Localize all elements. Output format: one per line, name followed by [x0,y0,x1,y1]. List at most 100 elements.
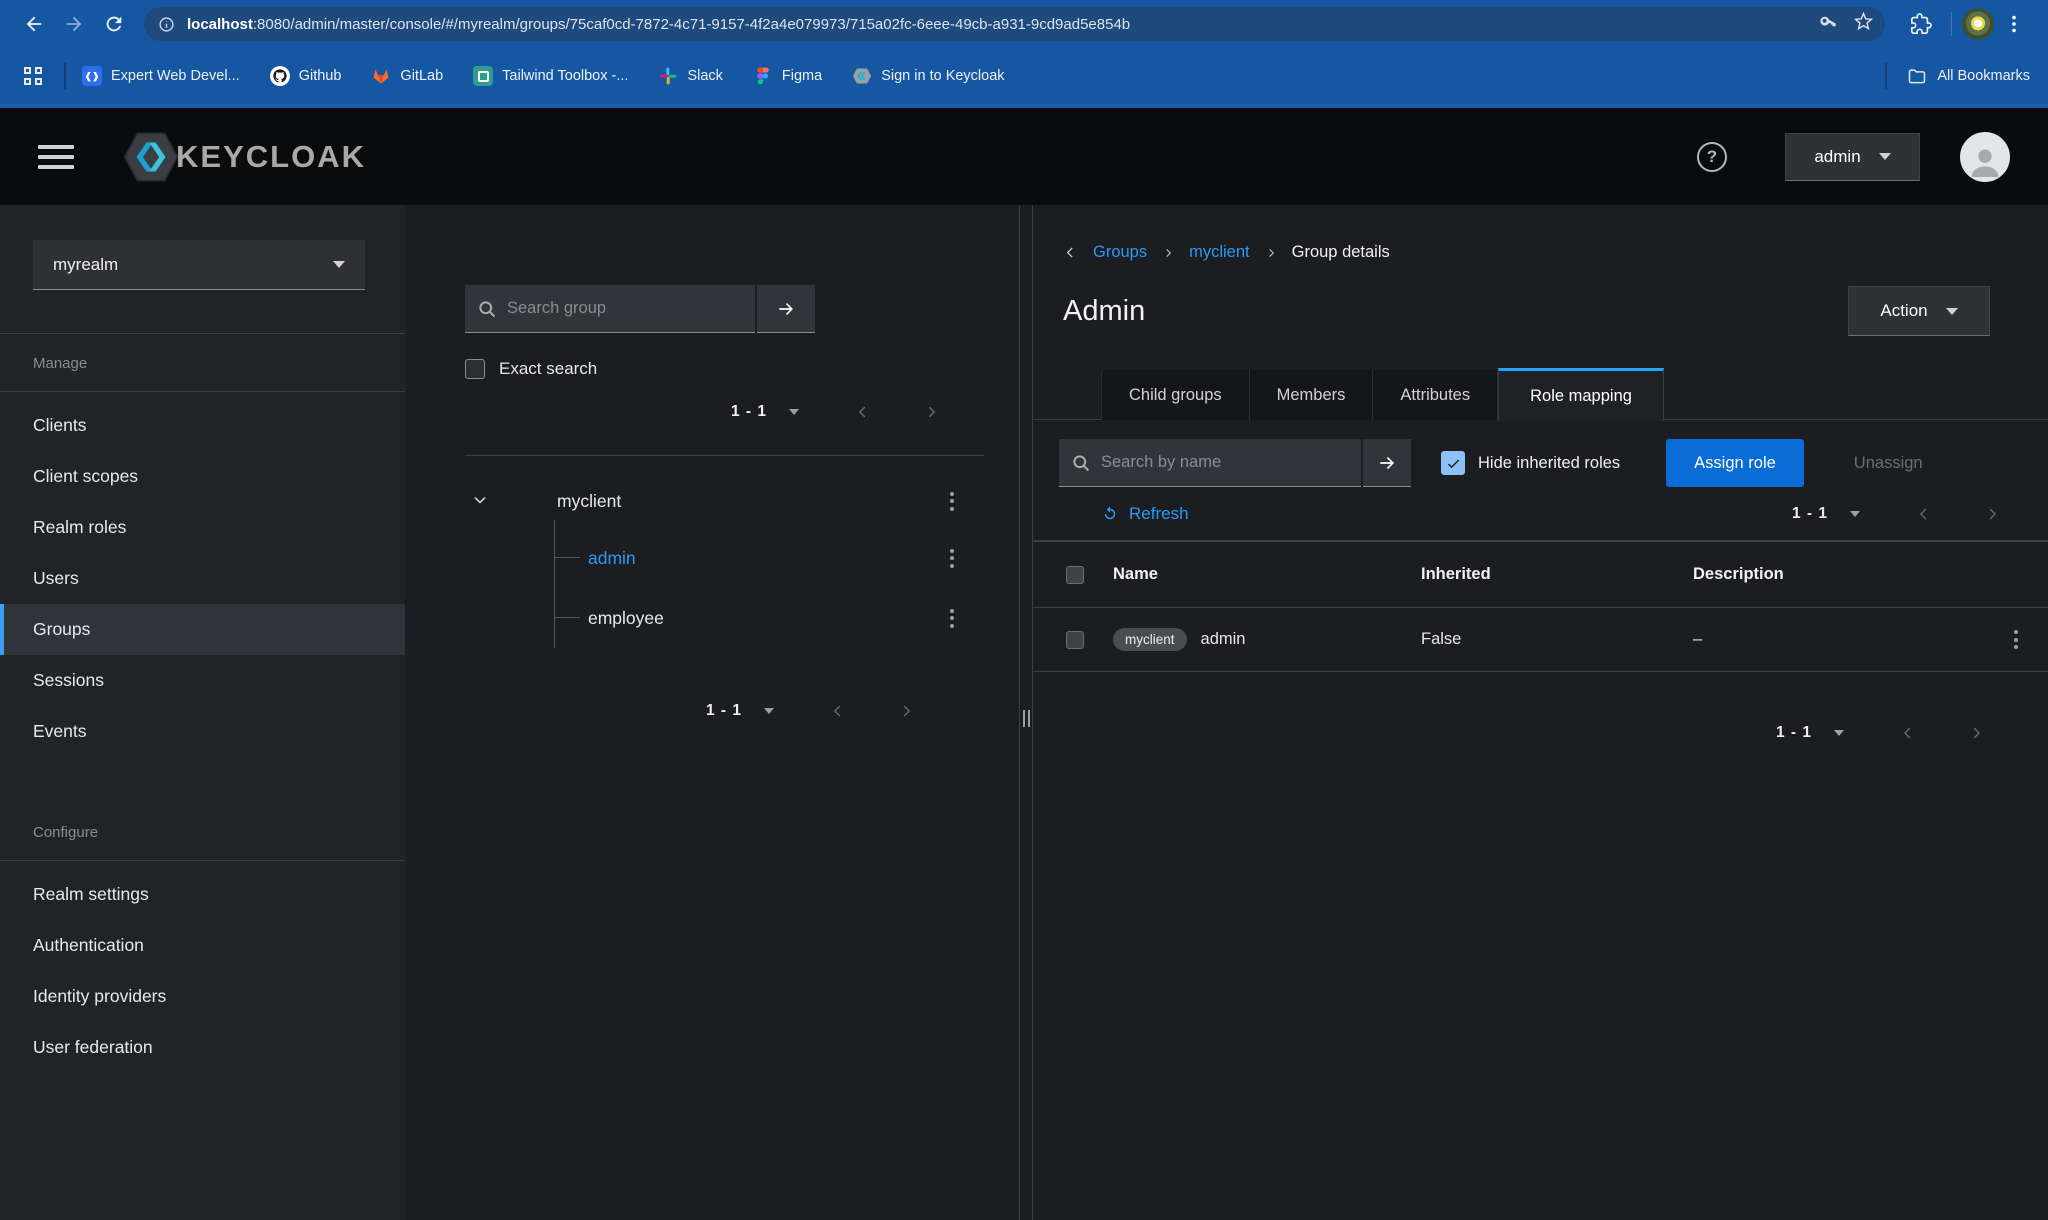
breadcrumb-current: Group details [1291,243,1390,261]
next-page-icon[interactable] [898,703,914,719]
kebab-menu-icon[interactable] [1984,626,2048,653]
sidebar-item-sessions[interactable]: Sessions [0,655,405,706]
search-by-name-input[interactable] [1059,439,1361,487]
chevron-right-icon [1265,247,1277,259]
address-bar[interactable]: localhost:8080/admin/master/console/#/my… [144,7,1885,41]
action-dropdown-button[interactable]: Action [1848,286,1990,336]
hide-inherited-roles-label: Hide inherited roles [1478,453,1621,472]
kebab-menu-icon[interactable] [946,545,958,572]
bookmark-figma[interactable]: Figma [753,66,822,86]
tab-attributes[interactable]: Attributes [1373,370,1499,420]
bookmark-keycloak[interactable]: Sign in to Keycloak [852,66,1005,86]
column-header-inherited: Inherited [1421,565,1491,583]
keycloak-hexagon-icon [123,132,179,181]
keycloak-logo[interactable]: KEYCLOAK [120,128,366,186]
expert-web-favicon: ❰❱ [82,66,102,86]
select-all-checkbox[interactable] [1066,565,1084,584]
roles-pagination-top: 1 - 1 [1792,505,2000,523]
prev-page-icon[interactable] [830,703,846,719]
row-checkbox[interactable] [1066,630,1084,649]
sidebar-item-clients[interactable]: Clients [0,400,405,451]
prev-page-icon[interactable] [855,404,871,420]
extensions-icon[interactable] [1901,4,1941,44]
bookmark-expert-web[interactable]: ❰❱ Expert Web Devel... [82,66,240,86]
next-page-icon[interactable] [923,404,939,420]
bookmark-gitlab[interactable]: GitLab [371,66,443,86]
column-header-description: Description [1693,565,1784,583]
breadcrumb-groups-link[interactable]: Groups [1093,243,1147,262]
exact-search-checkbox[interactable] [465,359,485,379]
profile-avatar[interactable] [1962,8,1994,40]
help-icon[interactable]: ? [1697,141,1727,172]
next-page-icon[interactable] [1968,725,1984,741]
unassign-button[interactable]: Unassign [1854,454,1923,473]
sidebar-item-authentication[interactable]: Authentication [0,920,405,971]
apps-grid-icon[interactable] [18,56,48,96]
search-group-input[interactable] [465,285,755,333]
back-icon[interactable] [14,4,54,44]
site-info-icon[interactable] [158,16,175,33]
tab-child-groups[interactable]: Child groups [1101,370,1250,420]
search-group-submit-button[interactable] [757,285,815,333]
group-tree: myclient admin employee [465,474,984,648]
page-title: Admin [1063,294,1146,327]
browser-toolbar: localhost:8080/admin/master/console/#/my… [0,0,2048,48]
chevron-down-icon[interactable] [471,492,489,510]
tab-members[interactable]: Members [1249,370,1374,420]
arrow-right-icon [779,302,793,315]
user-dropdown[interactable]: admin [1785,132,1920,181]
assign-role-button[interactable]: Assign role [1666,439,1804,487]
next-page-icon[interactable] [1984,506,2000,522]
avatar[interactable] [1960,131,2010,182]
chrome-menu-icon[interactable] [1994,4,2034,44]
breadcrumb-client-link[interactable]: myclient [1189,243,1250,262]
pagination-options-icon[interactable] [789,409,799,415]
tree-item-employee[interactable]: employee [465,588,984,648]
chevron-down-icon [333,261,345,268]
sidebar-item-realm-roles[interactable]: Realm roles [0,502,405,553]
sidebar-item-realm-settings[interactable]: Realm settings [0,869,405,920]
search-by-name-submit-button[interactable] [1363,439,1411,487]
sidebar-item-events[interactable]: Events [0,706,405,757]
prev-page-icon[interactable] [1900,725,1916,741]
bookmark-tailwind[interactable]: Tailwind Toolbox -... [473,66,628,86]
panel-resize-handle[interactable] [1020,205,1033,1220]
tree-item-admin[interactable]: admin [465,528,984,588]
bookmark-star-icon[interactable] [1853,11,1874,36]
kebab-menu-icon[interactable] [946,488,958,515]
groups-pagination-top: 1 - 1 [465,403,984,421]
sidebar-item-users[interactable]: Users [0,553,405,604]
pagination-options-icon[interactable] [1850,511,1860,517]
kebab-menu-icon[interactable] [946,605,958,632]
sidebar-item-groups[interactable]: Groups [0,604,405,655]
all-bookmarks-label[interactable]: All Bookmarks [1937,68,2030,84]
gitlab-favicon [371,66,391,86]
forward-icon[interactable] [54,4,94,44]
tree-item-myclient[interactable]: myclient [465,474,984,528]
reload-icon[interactable] [94,4,134,44]
sidebar-item-identity-providers[interactable]: Identity providers [0,971,405,1022]
tree-line [554,617,580,618]
grip-icon [1023,710,1030,727]
sidebar-item-client-scopes[interactable]: Client scopes [0,451,405,502]
tab-role-mapping[interactable]: Role mapping [1498,368,1664,421]
prev-page-icon[interactable] [1916,506,1932,522]
password-key-icon[interactable] [1819,12,1838,36]
role-description: – [1693,630,1703,648]
chevron-down-icon [1945,307,1958,315]
realm-selector[interactable]: myrealm [33,240,365,290]
refresh-link[interactable]: Refresh [1101,504,1189,524]
exact-search-label: Exact search [499,359,598,378]
divider [465,455,984,456]
table-header-row: Name Inherited Description [1033,542,2048,608]
sidebar-item-user-federation[interactable]: User federation [0,1022,405,1073]
groups-tree-panel: Exact search 1 - 1 myclient admin [405,205,1020,1220]
pagination-options-icon[interactable] [1834,730,1844,736]
bookmarks-separator [64,63,66,89]
hide-inherited-roles-checkbox[interactable] [1441,451,1465,475]
pagination-options-icon[interactable] [764,708,774,714]
nav-toggle-icon[interactable] [38,144,74,169]
bookmark-slack[interactable]: Slack [658,66,723,86]
bookmark-github[interactable]: Github [269,66,341,86]
breadcrumb-back-icon[interactable] [1063,245,1078,260]
